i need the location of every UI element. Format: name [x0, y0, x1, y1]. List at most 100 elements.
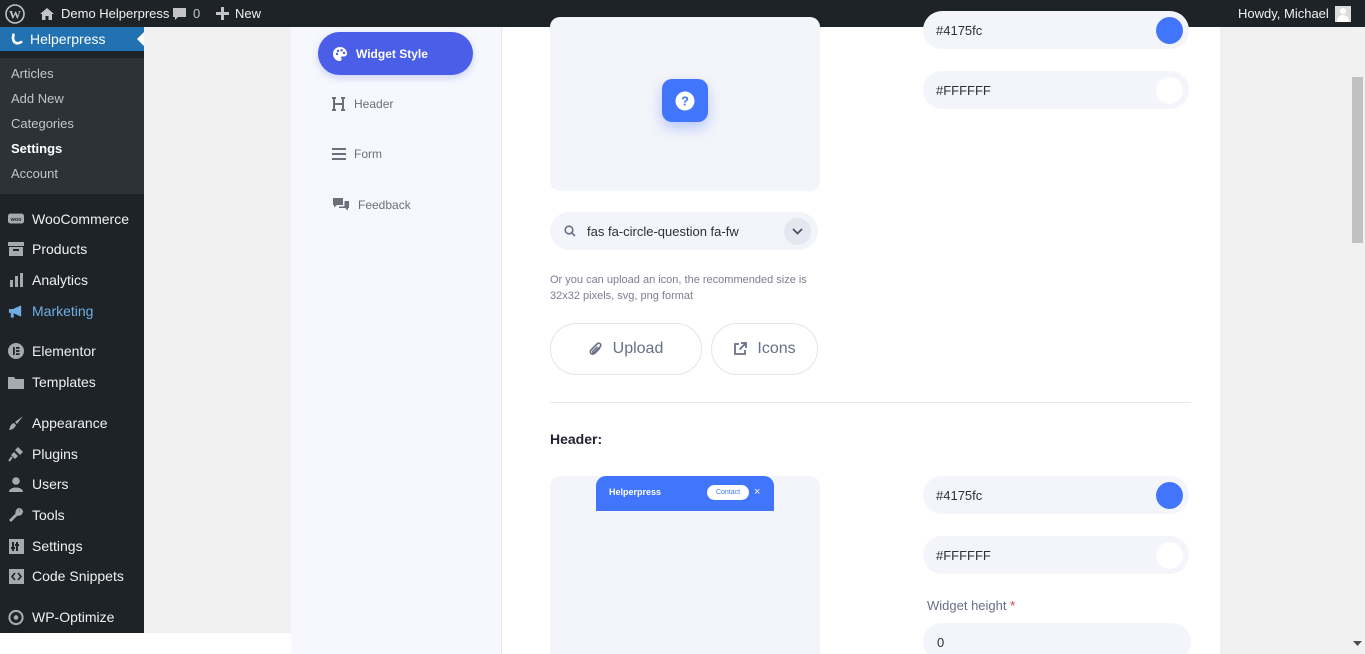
header-text-color-value: #FFFFFF	[936, 547, 991, 563]
section-divider	[550, 402, 1191, 403]
header-bg-color-swatch[interactable]	[1156, 482, 1183, 509]
my-account-link[interactable]: Howdy, Michael	[1238, 0, 1351, 27]
comments-link[interactable]: 0	[172, 0, 200, 27]
svg-text:?: ?	[681, 93, 689, 108]
menu-marketing-label: Marketing	[32, 303, 94, 319]
header-text-color-field[interactable]: #FFFFFF	[923, 536, 1189, 574]
icon-select-value: fas fa-circle-question fa-fw	[587, 223, 739, 239]
admin-sidebar: Helperpress Articles Add New Categories …	[0, 27, 144, 633]
page-scrollbar[interactable]	[1350, 27, 1365, 654]
widget-icon-color-field[interactable]: #FFFFFF	[923, 71, 1189, 109]
svg-text:W: W	[9, 7, 21, 21]
paperclip-icon	[589, 342, 602, 355]
scroll-down-arrow-icon[interactable]	[1353, 641, 1362, 647]
menu-helperpress[interactable]: Helperpress	[0, 27, 144, 51]
tab-feedback[interactable]: Feedback	[318, 183, 473, 226]
woo-icon: woo	[8, 211, 24, 227]
site-name-link[interactable]: Demo Helperpress	[39, 0, 169, 27]
icons-button[interactable]: Icons	[711, 323, 818, 375]
menu-analytics[interactable]: Analytics	[0, 266, 144, 294]
settings-content: ? #4175fc #FFFFFF fas fa-circle-question…	[502, 11, 1220, 654]
widget-icon-color-value: #FFFFFF	[936, 82, 991, 98]
required-marker: *	[1010, 598, 1016, 613]
header-section-title: Header:	[550, 431, 603, 447]
new-content-link[interactable]: New	[216, 0, 261, 27]
comment-icon	[173, 7, 186, 20]
widget-color-field[interactable]: #4175fc	[923, 11, 1189, 49]
widget-color-swatch[interactable]	[1156, 17, 1183, 44]
external-link-icon	[734, 342, 748, 355]
menu-users[interactable]: Users	[0, 470, 144, 498]
wrench-icon	[8, 507, 24, 523]
scrollbar-thumb[interactable]	[1352, 77, 1363, 243]
menu-wp-optimize[interactable]: WP-Optimize	[0, 603, 144, 631]
heading-icon	[332, 96, 345, 111]
tab-feedback-label: Feedback	[358, 197, 411, 212]
site-name: Demo Helperpress	[61, 6, 170, 21]
submenu-categories[interactable]: Categories	[11, 116, 74, 131]
icon-preview-panel: ?	[550, 17, 820, 191]
submenu-account[interactable]: Account	[11, 166, 58, 181]
optimize-icon	[8, 609, 24, 625]
new-label: New	[235, 6, 262, 21]
comments-count: 0	[193, 6, 201, 21]
elementor-icon	[8, 343, 24, 359]
tab-header[interactable]: Header	[318, 82, 473, 125]
user-icon	[8, 476, 24, 492]
menu-products-label: Products	[32, 241, 88, 257]
menu-helperpress-label: Helperpress	[30, 31, 106, 47]
tab-widget-style-label: Widget Style	[356, 46, 428, 61]
bar-chart-icon	[8, 272, 24, 288]
upload-button[interactable]: Upload	[550, 323, 702, 375]
menu-code-snippets[interactable]: Code Snippets	[0, 562, 144, 590]
icons-label: Icons	[757, 340, 796, 357]
menu-tools[interactable]: Tools	[0, 501, 144, 529]
folder-icon	[8, 374, 24, 390]
wp-logo-icon[interactable]: W	[5, 0, 25, 27]
widget-height-label-text: Widget height	[927, 598, 1007, 613]
bars-icon	[332, 147, 346, 160]
search-icon	[564, 225, 576, 237]
submenu-settings[interactable]: Settings	[11, 141, 62, 156]
helperpress-submenu: Articles Add New Categories Settings Acc…	[0, 58, 144, 194]
menu-code-snippets-label: Code Snippets	[32, 568, 124, 584]
menu-woocommerce[interactable]: woo WooCommerce	[0, 205, 144, 233]
menu-templates-label: Templates	[32, 374, 96, 390]
header-preview-contact: Contact	[707, 485, 749, 500]
palette-icon	[333, 46, 347, 61]
menu-settings[interactable]: Settings	[0, 532, 144, 560]
comments-icon	[333, 198, 349, 211]
header-preview-bar: Helperpress Contact ×	[596, 476, 774, 511]
header-bg-color-field[interactable]: #4175fc	[923, 476, 1189, 514]
archive-icon	[8, 241, 24, 257]
upload-label: Upload	[612, 340, 664, 357]
widget-icon-color-swatch[interactable]	[1156, 77, 1183, 104]
icon-select[interactable]: fas fa-circle-question fa-fw	[550, 212, 818, 250]
header-preview-panel: Helperpress Contact ×	[550, 476, 820, 654]
menu-appearance-label: Appearance	[32, 415, 108, 431]
menu-marketing[interactable]: Marketing	[0, 297, 144, 325]
menu-products[interactable]: Products	[0, 235, 144, 263]
tab-header-label: Header	[354, 96, 394, 111]
menu-plugins[interactable]: Plugins	[0, 440, 144, 468]
menu-elementor-label: Elementor	[32, 343, 96, 359]
upload-hint: Or you can upload an icon, the recommend…	[550, 274, 807, 302]
tab-widget-style[interactable]: Widget Style	[318, 32, 473, 75]
svg-text:woo: woo	[10, 217, 22, 223]
plus-icon	[216, 7, 229, 20]
chevron-down-icon[interactable]	[784, 218, 811, 245]
submenu-add-new[interactable]: Add New	[11, 91, 64, 106]
menu-appearance[interactable]: Appearance	[0, 409, 144, 437]
submenu-articles[interactable]: Articles	[11, 66, 54, 81]
widget-height-input[interactable]: 0	[923, 623, 1191, 654]
megaphone-icon	[8, 303, 24, 319]
header-text-color-swatch[interactable]	[1156, 542, 1183, 569]
tab-form[interactable]: Form	[318, 132, 473, 175]
widget-height-value: 0	[937, 634, 945, 650]
menu-templates[interactable]: Templates	[0, 368, 144, 396]
helperpress-icon	[11, 33, 23, 45]
plug-icon	[8, 446, 24, 462]
widget-color-value: #4175fc	[936, 22, 983, 38]
home-icon	[40, 7, 54, 20]
menu-elementor[interactable]: Elementor	[0, 337, 144, 365]
